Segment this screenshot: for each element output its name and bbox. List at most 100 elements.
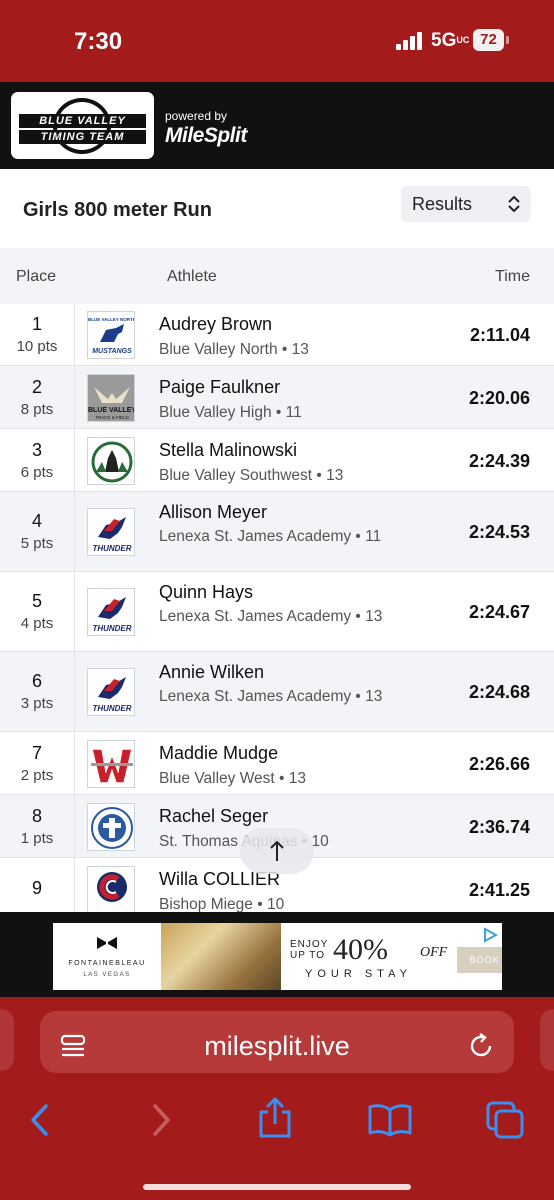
timing-team-logo[interactable]: BLUE VALLEY TIMING TEAM [11,92,154,159]
team-logo [87,437,135,485]
table-row[interactable]: 6 3 pts THUNDER Annie Wilken Lenexa St. … [0,652,554,732]
svg-text:THUNDER: THUNDER [92,544,131,553]
athlete-name[interactable]: Quinn Hays [159,582,253,603]
advertisement-banner[interactable]: FONTAINEBLEAU LAS VEGAS ENJOY UP TO 40% O… [53,923,502,990]
row-place: 5 [31,591,42,611]
ad-off: OFF [420,945,448,960]
status-time: 7:30 [74,28,123,55]
table-row[interactable]: 7 2 pts Maddie Mudge Blue Valley West • … [0,732,554,795]
row-place: 3 [31,440,42,460]
ad-brand: FONTAINEBLEAU LAS VEGAS [53,923,161,990]
table-row[interactable]: 5 4 pts THUNDER Quinn Hays Lenexa St. Ja… [0,572,554,652]
result-time: 2:20.06 [468,388,530,408]
table-row[interactable]: 2 8 pts BLUE VALLEY TRACK & FIELD Paige … [0,366,554,429]
athlete-name[interactable]: Paige Faulkner [159,377,280,398]
signal-icon [396,32,426,50]
ad-brand-location: LAS VEGAS [83,972,131,978]
table-row[interactable]: 3 6 pts Stella Malinowski Blue Valley So… [0,429,554,492]
row-points: 2 pts [20,767,54,784]
scroll-top-button[interactable] [240,828,314,874]
athlete-name[interactable]: Audrey Brown [159,314,272,335]
event-header: Girls 800 meter Run Results [0,169,554,247]
col-athlete: Athlete [167,268,217,285]
athlete-name[interactable]: Rachel Seger [159,806,268,827]
milesplit-logo[interactable]: MileSplit [165,124,247,148]
row-place: 7 [31,743,42,763]
powered-by-label: powered by [165,109,228,123]
row-place: 4 [31,511,42,531]
battery-icon: 72 [473,29,504,51]
row-points: 8 pts [20,401,54,418]
ad-brand-name: FONTAINEBLEAU [68,960,146,967]
reload-icon[interactable] [466,1031,496,1061]
athlete-name[interactable]: Maddie Mudge [159,743,278,764]
team-logo: BLUE VALLEY TRACK & FIELD [87,374,135,422]
back-icon[interactable] [26,1102,56,1138]
result-time: 2:36.74 [468,817,530,837]
team-logo: THUNDER [87,508,135,556]
ad-photo [161,923,281,990]
athlete-team: Lenexa St. James Academy • 11 [159,528,382,545]
result-time: 2:24.53 [468,522,530,542]
results-select-value: Results [412,194,473,214]
arrow-up-icon [270,840,284,861]
result-time: 2:41.25 [468,880,530,900]
svg-text:BLUE VALLEY NORTH: BLUE VALLEY NORTH [88,317,135,322]
result-time: 2:24.67 [468,602,530,622]
athlete-team: Lenexa St. James Academy • 13 [159,688,383,705]
network-indicator: 5GUC [431,30,470,51]
logo-line1: BLUE VALLEY [19,114,146,128]
row-place: 6 [31,671,42,691]
tabs-icon[interactable] [484,1099,526,1141]
ad-book-now-button[interactable]: BOOK NOW [457,947,502,973]
row-points: 6 pts [20,464,54,481]
row-place: 9 [31,878,42,898]
logo-line2: TIMING TEAM [19,130,146,144]
page-title: Girls 800 meter Run [23,199,212,221]
athlete-team: Blue Valley High • 11 [159,404,302,421]
svg-text:TRACK & FIELD: TRACK & FIELD [95,415,129,420]
result-time: 2:26.66 [468,754,530,774]
row-points: 10 pts [16,338,58,355]
team-logo [87,866,135,914]
result-time: 2:24.39 [468,451,530,471]
table-row[interactable]: 1 10 pts BLUE VALLEY NORTH MUSTANGS Audr… [0,304,554,366]
share-icon[interactable] [256,1096,294,1140]
row-points: 5 pts [20,535,54,552]
col-place: Place [16,268,57,285]
athlete-name[interactable]: Annie Wilken [159,662,264,683]
chevron-updown-icon [508,195,520,213]
athlete-name[interactable]: Stella Malinowski [159,440,297,461]
adchoices-icon[interactable] [482,927,498,943]
table-row[interactable]: 4 5 pts THUNDER Allison Meyer Lenexa St.… [0,492,554,572]
site-header: BLUE VALLEY TIMING TEAM [0,82,554,169]
team-logo [87,740,135,788]
team-logo: THUNDER [87,668,135,716]
row-place: 2 [31,377,42,397]
svg-text:THUNDER: THUNDER [92,704,131,713]
forward-icon [153,1104,170,1136]
results-table-header: Place Athlete Time [0,248,554,304]
team-logo [87,803,135,851]
athlete-team: Lenexa St. James Academy • 13 [159,608,383,625]
bowtie-icon [97,937,117,949]
team-logo: BLUE VALLEY NORTH MUSTANGS [87,311,135,359]
athlete-name[interactable]: Allison Meyer [159,502,267,523]
svg-text:MUSTANGS: MUSTANGS [92,348,132,355]
athlete-team: Blue Valley North • 13 [159,341,309,358]
bookmarks-icon[interactable] [367,1102,413,1138]
home-indicator [143,1184,411,1190]
row-place: 1 [31,314,42,334]
ad-percent: 40% [333,933,388,966]
ad-offer: ENJOYUP TO 40% OFF YOUR STAY BOOK NOW [281,923,502,990]
row-place: 8 [31,806,42,826]
results-select[interactable]: Results [401,186,531,222]
status-bar: 7:30 5GUC 72 [0,0,554,82]
battery-tip [506,36,509,44]
row-points: 3 pts [20,695,54,712]
row-points: 4 pts [20,615,54,632]
result-time: 2:24.68 [468,682,530,702]
athlete-team: Blue Valley West • 13 [159,770,307,787]
athlete-team: Blue Valley Southwest • 13 [159,467,344,484]
result-time: 2:11.04 [469,325,530,345]
